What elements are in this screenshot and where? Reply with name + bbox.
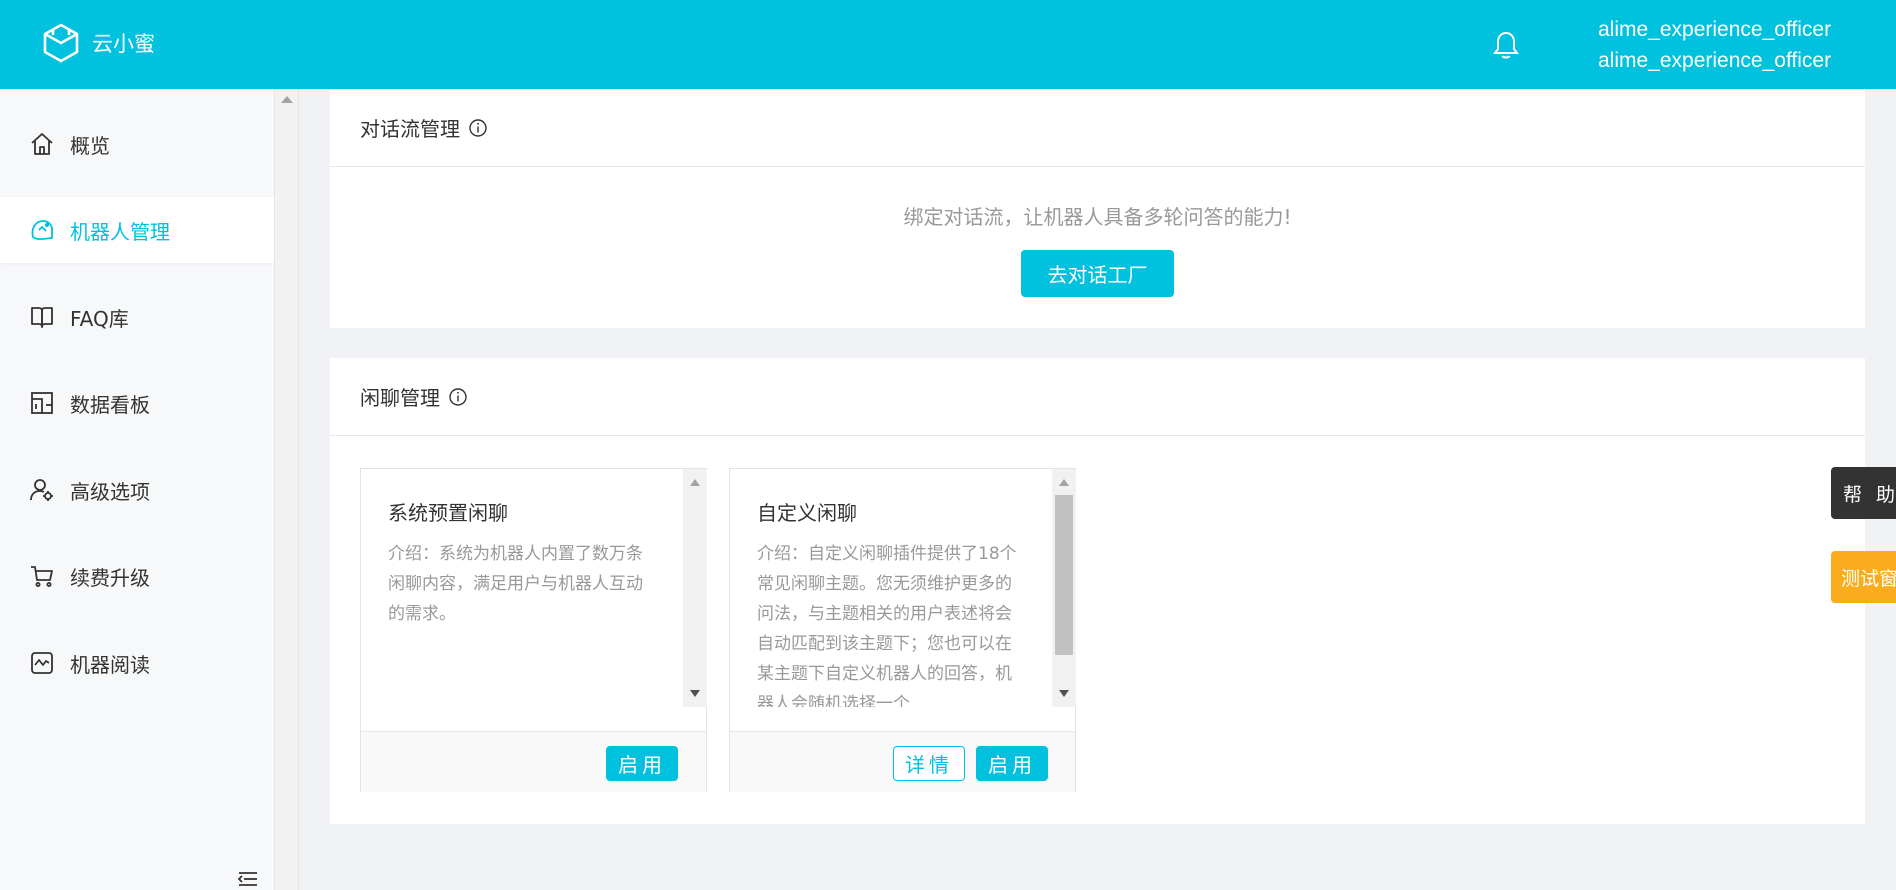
custom-chitchat-card: 自定义闲聊 介绍：自定义闲聊插件提供了18个常见闲聊主题。您无须维护更多的问法，… (729, 468, 1076, 792)
sidebar-item-label: 续费升级 (70, 565, 150, 590)
scrollbar-thumb[interactable] (1055, 495, 1073, 655)
card-scrollbar[interactable] (1052, 469, 1076, 707)
app-name: 云小蜜 (92, 32, 155, 56)
card-title: 自定义闲聊 (757, 501, 857, 525)
cart-icon (28, 562, 56, 590)
dialog-flow-panel: 对话流管理 绑定对话流，让机器人具备多轮问答的能力! 去对话工厂 (330, 89, 1865, 328)
top-header: 云小蜜 alime_experience_officer alime_exper… (0, 0, 1896, 89)
card-description: 介绍：自定义闲聊插件提供了18个常见闲聊主题。您无须维护更多的问法，与主题相关的… (757, 544, 1017, 707)
scroll-up-arrow-icon[interactable] (281, 96, 293, 103)
card-footer: 启用 (361, 731, 706, 792)
user-name-line1: alime_experience_officer (1598, 18, 1832, 41)
card-footer: 详情 启用 (730, 731, 1075, 792)
scroll-up-arrow-icon[interactable] (690, 479, 700, 486)
reading-chart-icon (28, 649, 56, 677)
sidebar-item-faq[interactable]: FAQ库 (0, 284, 274, 350)
panel-title: 闲聊管理 (360, 386, 440, 410)
card-scrollbar[interactable] (683, 469, 707, 707)
home-icon (28, 130, 56, 158)
go-dialog-factory-button[interactable]: 去对话工厂 (1021, 250, 1174, 297)
panel-title: 对话流管理 (360, 117, 460, 141)
empty-state-text: 绑定对话流，让机器人具备多轮问答的能力! (903, 205, 1292, 229)
panel-header: 闲聊管理 (330, 358, 1865, 436)
panel-header: 对话流管理 (330, 89, 1865, 167)
bell-icon[interactable] (1492, 30, 1520, 60)
info-icon[interactable] (468, 118, 488, 138)
card-body: 自定义闲聊 介绍：自定义闲聊插件提供了18个常见闲聊主题。您无须维护更多的问法，… (730, 469, 1052, 707)
sidebar-item-overview[interactable]: 概览 (0, 111, 274, 177)
sidebar-item-label: 机器阅读 (70, 652, 150, 677)
sidebar-item-robot-management[interactable]: 机器人管理 (0, 197, 274, 263)
sidebar-item-dashboard[interactable]: 数据看板 (0, 370, 274, 436)
enable-button[interactable]: 启用 (976, 746, 1048, 781)
detail-button[interactable]: 详情 (893, 746, 965, 781)
card-description: 介绍：系统为机器人内置了数万条闲聊内容，满足用户与机器人互动的需求。 (388, 544, 643, 624)
info-icon[interactable] (448, 387, 468, 407)
preset-chitchat-card: 系统预置闲聊 介绍：系统为机器人内置了数万条闲聊内容，满足用户与机器人互动的需求… (360, 468, 707, 792)
sidebar-item-label: FAQ库 (70, 306, 129, 331)
scroll-up-arrow-icon[interactable] (1059, 479, 1069, 486)
robot-icon (28, 216, 56, 244)
enable-button[interactable]: 启用 (606, 746, 678, 781)
sidebar-item-label: 数据看板 (70, 392, 150, 417)
sidebar-scrollbar[interactable] (274, 89, 299, 890)
logo[interactable]: 云小蜜 (40, 22, 155, 64)
scroll-down-arrow-icon[interactable] (1059, 690, 1069, 697)
sidebar-item-advanced[interactable]: 高级选项 (0, 457, 274, 523)
scroll-down-arrow-icon[interactable] (690, 690, 700, 697)
logo-icon (43, 23, 79, 63)
sidebar-item-label: 高级选项 (70, 479, 150, 504)
user-account[interactable]: alime_experience_officer alime_experienc… (1598, 14, 1831, 76)
book-icon (28, 303, 56, 331)
dashboard-icon (28, 389, 56, 417)
user-name-line2: alime_experience_officer (1598, 49, 1832, 72)
help-float-button[interactable]: 帮助 (1831, 467, 1896, 519)
sidebar-item-label: 概览 (70, 133, 110, 158)
card-body: 系统预置闲聊 介绍：系统为机器人内置了数万条闲聊内容，满足用户与机器人互动的需求… (361, 469, 683, 707)
sidebar-item-label: 机器人管理 (70, 219, 170, 244)
sidebar-item-renewal[interactable]: 续费升级 (0, 543, 274, 609)
user-settings-icon (28, 476, 56, 504)
test-window-float-button[interactable]: 测试窗 (1831, 551, 1896, 603)
sidebar: 概览 机器人管理 FAQ库 数据看板 高级选项 续费升级 机器阅读 (0, 89, 274, 890)
collapse-sidebar-icon[interactable] (236, 870, 260, 888)
card-title: 系统预置闲聊 (388, 501, 508, 525)
sidebar-item-machine-reading[interactable]: 机器阅读 (0, 630, 274, 696)
